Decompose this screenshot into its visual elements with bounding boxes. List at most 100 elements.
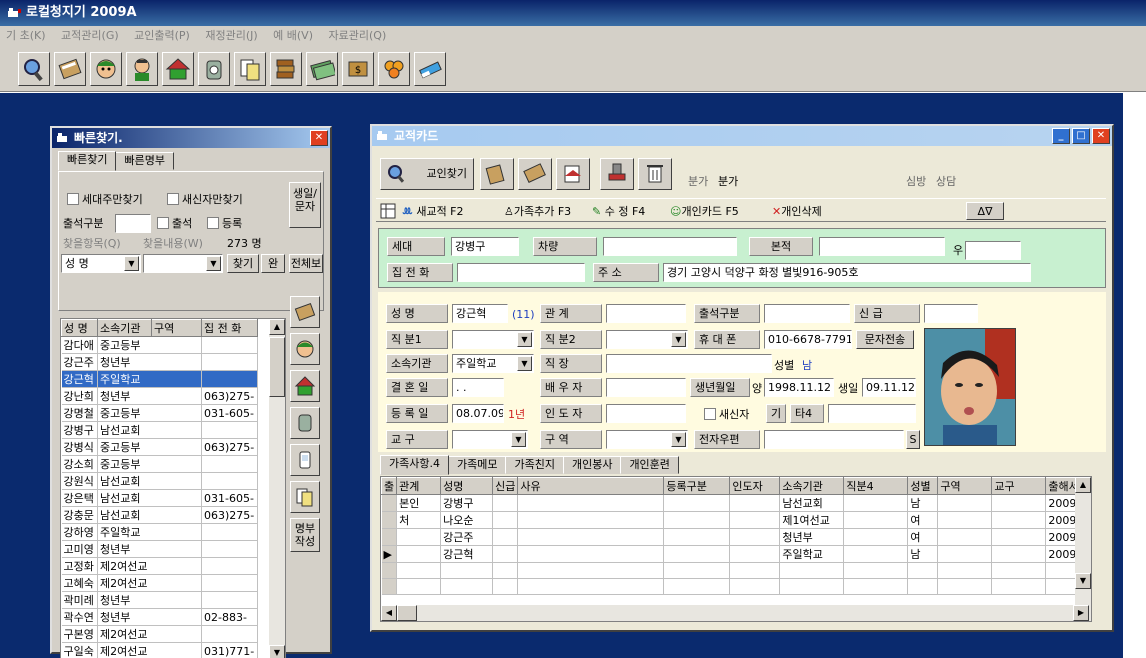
toolbar-teacher-button[interactable]: [126, 52, 158, 86]
list-item[interactable]: 고미영 청년부: [61, 540, 258, 558]
card-delete-button[interactable]: [638, 158, 672, 190]
tab-family[interactable]: 가족사항.4: [380, 455, 449, 475]
toolbar-home-button[interactable]: [162, 52, 194, 86]
column-header[interactable]: 소속기관: [97, 319, 152, 337]
tab-relatives[interactable]: 가족친지: [505, 456, 564, 474]
spouse-field[interactable]: [606, 378, 686, 397]
list-item[interactable]: 강난희 청년부 063)275-: [61, 387, 258, 405]
birthday-sms-button[interactable]: 생일/ 문자: [289, 182, 321, 228]
add-family-button[interactable]: ♙가족추가 F3: [504, 204, 571, 220]
zip-field[interactable]: [965, 241, 1021, 260]
tab-family-memo[interactable]: 가족메모: [447, 456, 507, 474]
faith-level-select[interactable]: [924, 304, 978, 323]
duty2-select[interactable]: ▼: [606, 330, 688, 349]
column-header[interactable]: 사유: [517, 477, 665, 495]
toolbar-notebook-button[interactable]: [54, 52, 86, 86]
email-send-button[interactable]: S: [906, 430, 920, 449]
toolbar-books-button[interactable]: [270, 52, 302, 86]
workplace-field[interactable]: [606, 354, 772, 373]
card-home-doc-button[interactable]: [556, 158, 590, 190]
table-row[interactable]: ▶ 강근혁 주일학교 남 20091: [381, 545, 1087, 563]
list-item[interactable]: 강병식 중고등부 063)275-: [61, 438, 258, 456]
hscroll-thumb[interactable]: [397, 605, 417, 621]
menu-print[interactable]: 교인출력(P): [128, 26, 196, 46]
column-header[interactable]: 출: [381, 477, 398, 495]
done-button[interactable]: 완: [261, 254, 285, 273]
card-notebook-button[interactable]: [518, 158, 552, 190]
toolbar-money-button[interactable]: [306, 52, 338, 86]
family-grid-scrollbar[interactable]: ▲ ▼: [1075, 477, 1091, 605]
list-item[interactable]: 강소희 중고등부: [61, 455, 258, 473]
tab-training[interactable]: 개인훈련: [620, 456, 679, 474]
family-grid-hscrollbar[interactable]: ◀ ▶: [381, 605, 1091, 621]
column-header[interactable]: 신급: [492, 477, 519, 495]
toolbar-fruit-button[interactable]: [378, 52, 410, 86]
new-member-button[interactable]: ꔛ 새교적 F2: [402, 204, 464, 220]
sort-toggle-button[interactable]: Δ∇: [966, 202, 1004, 220]
tab-quick-find[interactable]: 빠른찾기: [58, 151, 117, 171]
column-header[interactable]: 성명: [440, 477, 494, 495]
menu-registry[interactable]: 교적관리(G): [55, 26, 125, 46]
email-field[interactable]: [764, 430, 904, 449]
side-trash-button[interactable]: [290, 407, 320, 439]
column-header[interactable]: 소속기관: [779, 477, 845, 495]
send-sms-button[interactable]: 문자전송: [856, 330, 914, 349]
list-item[interactable]: 강충문 남선교회 063)275-: [61, 506, 258, 524]
other-field[interactable]: [828, 404, 916, 423]
newcomer-checkbox[interactable]: 새신자: [704, 407, 749, 423]
maximize-button[interactable]: □: [1072, 128, 1090, 144]
scroll-up-icon[interactable]: ▲: [269, 319, 285, 335]
mobile-field[interactable]: 010-6678-7791: [764, 330, 852, 349]
household-field[interactable]: 강병구: [451, 237, 519, 256]
grid-icon[interactable]: [380, 203, 396, 219]
list-item[interactable]: 강근주 청년부: [61, 353, 258, 371]
side-person-button[interactable]: [290, 333, 320, 365]
find-member-button[interactable]: 교인찾기: [380, 158, 474, 190]
district-select[interactable]: ▼: [606, 430, 688, 449]
registered-field[interactable]: 08.07.09: [452, 404, 504, 423]
list-item[interactable]: 구일숙 제2여선교 031)771-: [61, 642, 258, 658]
guide-field[interactable]: [606, 404, 686, 423]
card-documents-button[interactable]: [480, 158, 514, 190]
side-home-button[interactable]: [290, 370, 320, 402]
toolbar-eraser-button[interactable]: [414, 52, 446, 86]
member-list-scrollbar[interactable]: ▲ ▼: [269, 319, 285, 658]
list-item[interactable]: 강하영 주일학교: [61, 523, 258, 541]
column-header[interactable]: 인도자: [729, 477, 781, 495]
parish-select[interactable]: ▼: [452, 430, 528, 449]
toolbar-person-button[interactable]: [90, 52, 122, 86]
list-item[interactable]: 고정화 제2여선교: [61, 557, 258, 575]
column-header[interactable]: 등록구분: [663, 477, 731, 495]
birthday-field[interactable]: 09.11.12: [862, 378, 916, 397]
find-button[interactable]: 찾기: [227, 254, 259, 273]
side-documents-button[interactable]: [290, 481, 320, 513]
wedding-field[interactable]: . .: [452, 378, 504, 397]
menu-worship[interactable]: 예 배(V): [267, 26, 319, 46]
birthdate-field[interactable]: 1998.11.12: [764, 378, 834, 397]
list-item[interactable]: 감다애 중고등부: [61, 336, 258, 354]
list-item[interactable]: 강근혁 주일학교: [61, 370, 258, 388]
origin-field[interactable]: [819, 237, 945, 256]
newcomer-only-checkbox[interactable]: 새신자만찾기: [167, 192, 243, 208]
column-header[interactable]: 성 명: [61, 319, 98, 337]
show-all-button[interactable]: 전체보: [289, 254, 323, 273]
toolbar-search-button[interactable]: [18, 52, 50, 86]
list-item[interactable]: 강명철 중고등부 031-605-: [61, 404, 258, 422]
scroll-right-icon[interactable]: ▶: [1073, 605, 1089, 621]
column-header[interactable]: 직분4: [843, 477, 909, 495]
tab-service[interactable]: 개인봉사: [562, 456, 622, 474]
attendance-type-select[interactable]: [764, 304, 850, 323]
close-button[interactable]: ✕: [1092, 128, 1110, 144]
register-checkbox[interactable]: 등록: [207, 216, 242, 232]
toolbar-money-bag-button[interactable]: $: [342, 52, 374, 86]
column-header[interactable]: 집 전 화: [201, 319, 258, 337]
personal-card-button[interactable]: ☺개인카드 F5: [670, 204, 739, 220]
list-item[interactable]: 강은택 남선교회 031-605-: [61, 489, 258, 507]
org-select[interactable]: 주일학교 ▼: [452, 354, 534, 373]
scroll-left-icon[interactable]: ◀: [381, 605, 397, 621]
column-header[interactable]: 구역: [151, 319, 202, 337]
list-item[interactable]: 강병구 남선교회: [61, 421, 258, 439]
toolbar-documents-button[interactable]: [234, 52, 266, 86]
householder-only-checkbox[interactable]: 세대주만찾기: [67, 192, 143, 208]
delete-member-button[interactable]: ✕개인삭제: [772, 204, 822, 220]
